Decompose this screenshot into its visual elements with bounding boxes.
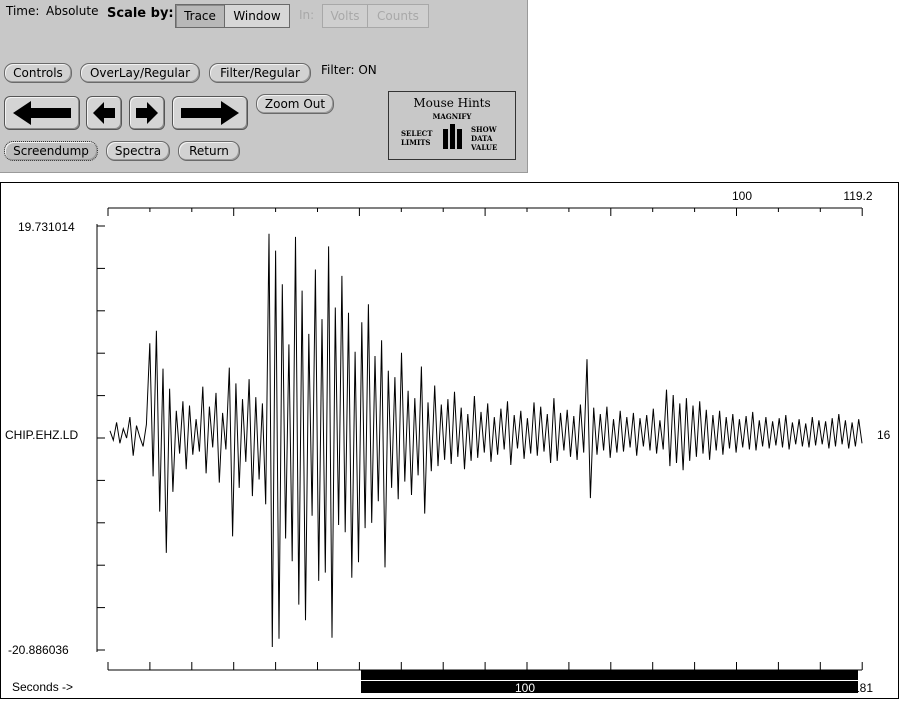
page-left-button[interactable] [4,96,80,130]
filter-regular-button[interactable]: Filter/Regular [209,63,311,83]
small-left-arrow-icon [93,102,115,124]
mouse-hint-right-line1: SHOW [471,125,497,134]
trace-number-label: 16 [877,428,891,442]
time-label: Time: [6,4,40,18]
mouse-hint-right-line2: DATA [471,134,493,143]
y-max-label: 19.731014 [18,220,75,234]
mouse-hint-left: SELECT LIMITS [401,129,432,147]
time-value: Absolute [46,4,99,18]
time-overview-bar[interactable] [361,681,858,693]
top-axis-label-end: 119.2 [843,189,872,203]
mouse-hint-middle: MAGNIFY [432,112,472,121]
seconds-label: Seconds -> [12,680,73,694]
overlay-regular-button[interactable]: OverLay/Regular [80,63,200,83]
mouse-hints-title: Mouse Hints [413,96,491,110]
big-left-arrow-icon [13,101,71,125]
small-right-arrow-icon [136,102,158,124]
step-right-button[interactable] [129,96,165,130]
counts-button[interactable]: Counts [367,4,429,28]
scale-by-label: Scale by: [107,6,174,21]
seismogram-svg[interactable]: 100 119.2 19.731014 -20.886036 CHIP.EHZ.… [0,182,900,700]
mouse-hint-right-line3: VALUE [471,143,498,152]
controls-button[interactable]: Controls [4,63,72,83]
time-selection-bar[interactable] [361,670,858,680]
seismogram-plot[interactable]: 100 119.2 19.731014 -20.886036 CHIP.EHZ.… [0,182,900,700]
mouse-hint-right: SHOW DATA VALUE [471,125,497,152]
bottom-axis-label-end: 181 [853,681,873,695]
mouse-hint-left-line2: LIMITS [401,138,431,147]
mouse-buttons-icon [443,124,462,149]
filter-status: Filter: ON [321,63,377,77]
control-panel: Time: Absolute Scale by: Trace Window In… [0,0,528,173]
volts-button[interactable]: Volts [322,4,368,28]
step-left-button[interactable] [86,96,122,130]
zoom-out-button[interactable]: Zoom Out [256,94,334,114]
page-right-button[interactable] [172,96,248,130]
top-axis-label-100: 100 [732,189,752,203]
spectra-button[interactable]: Spectra [106,141,170,161]
scale-window-button[interactable]: Window [224,4,290,28]
in-label: In: [299,8,315,22]
mouse-hints-box: Mouse Hints MAGNIFY SELECT LIMITS SHOW D… [388,91,516,160]
mouse-hint-left-line1: SELECT [401,129,433,138]
station-label: CHIP.EHZ.LD [5,428,78,442]
bottom-axis-label-100: 100 [515,681,535,695]
scale-trace-button[interactable]: Trace [175,4,225,28]
return-button[interactable]: Return [178,141,240,161]
big-right-arrow-icon [181,101,239,125]
y-min-label: -20.886036 [8,643,69,657]
screendump-button[interactable]: Screendump [4,141,98,161]
